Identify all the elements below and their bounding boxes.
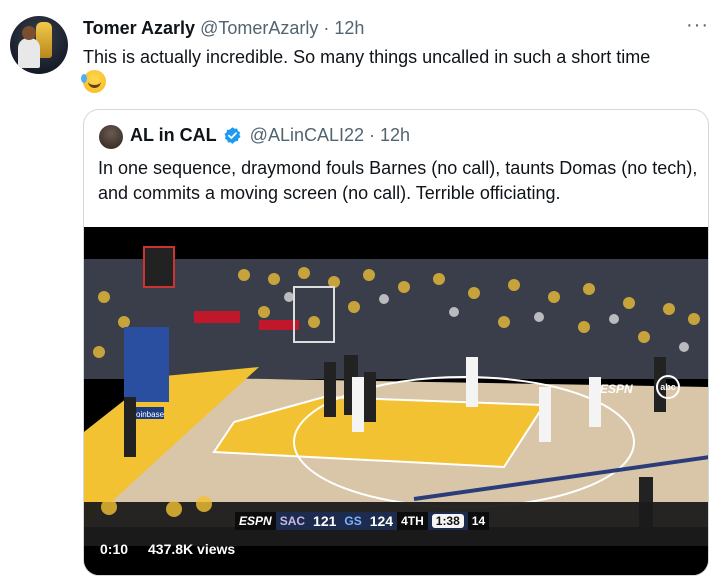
- svg-text:coinbase: coinbase: [132, 410, 165, 419]
- team1-name: SAC: [279, 514, 306, 528]
- scoreboard-network: ESPN: [235, 512, 276, 530]
- laughing-emoji-icon: [81, 70, 106, 93]
- person-head-image: [22, 26, 36, 40]
- team2-score: 124: [369, 513, 394, 529]
- tweet: Tomer Azarly @TomerAzarly · 12h ··· This…: [0, 0, 720, 579]
- author-name[interactable]: Tomer Azarly: [83, 18, 195, 38]
- video-view-count: 437.8K views: [148, 541, 236, 557]
- quoted-tweet-time[interactable]: 12h: [380, 125, 410, 146]
- scoreboard: ESPN SAC 121 GS 124 4TH 1:38 14: [235, 512, 490, 530]
- person-image: [18, 38, 40, 68]
- quoted-author-name[interactable]: AL in CAL: [130, 125, 217, 146]
- meta-separator: ·: [323, 18, 330, 38]
- quoted-author-avatar[interactable]: [99, 125, 123, 149]
- abc-logo: abc: [656, 375, 680, 399]
- quoted-tweet-text: In one sequence, draymond fouls Barnes (…: [98, 158, 698, 203]
- quoted-tweet-header: AL in CAL @ALinCALI22 · 12h: [130, 125, 410, 146]
- more-options-icon[interactable]: ···: [686, 14, 709, 37]
- tweet-header: Tomer Azarly @TomerAzarly · 12h: [83, 18, 364, 39]
- video-elapsed-time: 0:10: [100, 541, 129, 557]
- quoted-meta-separator: ·: [369, 125, 376, 145]
- tweet-text: This is actually incredible. So many thi…: [83, 47, 651, 67]
- tweet-time[interactable]: 12h: [334, 18, 364, 38]
- team2-name: GS: [344, 514, 362, 528]
- team1-score: 121: [313, 513, 337, 529]
- game-clock: 1:38: [431, 514, 464, 528]
- shot-clock: 14: [467, 512, 490, 530]
- author-handle[interactable]: @TomerAzarly: [200, 18, 318, 38]
- quarter: 4TH: [397, 512, 428, 530]
- espn-top-logo: ESPN: [600, 382, 633, 396]
- author-avatar[interactable]: [10, 16, 68, 74]
- verified-badge-icon: [224, 127, 241, 144]
- video-player[interactable]: coinbase ESPN abc ESPN SAC 121 GS 124 4T…: [84, 227, 708, 575]
- quoted-tweet[interactable]: AL in CAL @ALinCALI22 · 12h In one seque…: [83, 109, 709, 576]
- quoted-author-handle[interactable]: @ALinCALI22: [250, 125, 364, 146]
